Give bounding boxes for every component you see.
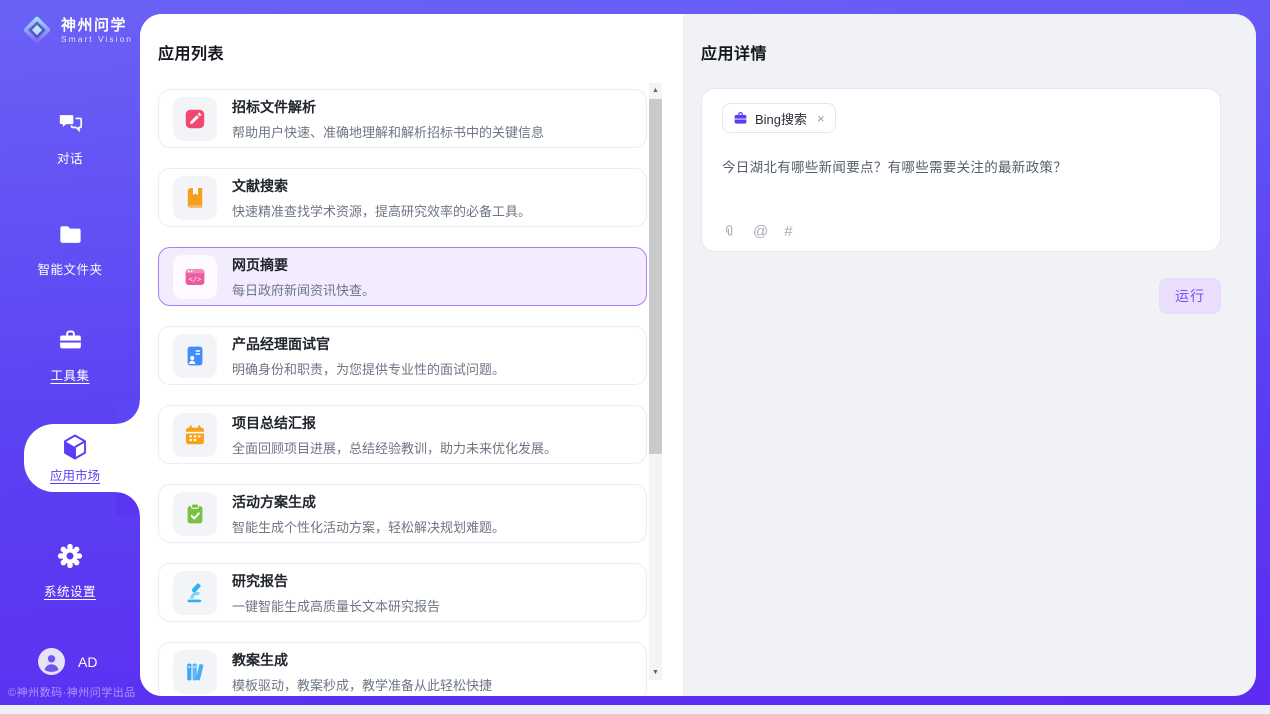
app-card-research-report[interactable]: 研究报告 一键智能生成高质量长文本研究报告 [158, 563, 647, 622]
app-card-bid-analysis[interactable]: 招标文件解析 帮助用户快速、准确地理解和解析招标书中的关键信息 [158, 89, 647, 148]
app-card-project-summary[interactable]: 项目总结汇报 全面回顾项目进展，总结经验教训，助力未来优化发展。 [158, 405, 647, 464]
sidebar-item-smart-folder[interactable]: 智能文件夹 [0, 221, 140, 278]
sidebar: 神州问学 Smart Vision 对话 智能文件夹 工具集 [0, 0, 140, 705]
app-card-name: 活动方案生成 [232, 492, 505, 512]
run-row: 运行 [701, 278, 1221, 314]
mention-at-icon[interactable]: @ [753, 224, 768, 239]
tool-chip-bing-search[interactable]: Bing搜索 × [722, 103, 836, 133]
user-label: AD [78, 654, 97, 670]
gear-icon [56, 542, 84, 570]
briefcase-icon [733, 111, 748, 126]
prompt-editor[interactable]: Bing搜索 × 今日湖北有哪些新闻要点？有哪些需要关注的最新政策？ @ # [701, 88, 1221, 252]
app-card-desc: 智能生成个性化活动方案，轻松解决规划难题。 [232, 517, 505, 536]
app-list-panel: 应用列表 招标文件解析 帮助用户快速、准确地理解和解析招标书中的关键信息 [140, 14, 683, 696]
app-list-title: 应用列表 [158, 40, 683, 64]
scroll-down-button[interactable]: ▼ [649, 665, 662, 680]
app-card-desc: 帮助用户快速、准确地理解和解析招标书中的关键信息 [232, 122, 544, 141]
app-detail-title: 应用详情 [701, 40, 1221, 64]
main-content: 应用列表 招标文件解析 帮助用户快速、准确地理解和解析招标书中的关键信息 [140, 14, 1256, 696]
app-card-name: 教案生成 [232, 650, 492, 670]
app-card-name: 招标文件解析 [232, 97, 544, 117]
calendar-report-icon [173, 413, 217, 457]
app-card-name: 网页摘要 [232, 255, 375, 275]
app-card-desc: 快速精准查找学术资源，提高研究效率的必备工具。 [232, 201, 531, 220]
chip-close-icon[interactable]: × [817, 112, 825, 125]
paperclip-icon[interactable] [722, 223, 737, 240]
scrollbar-thumb[interactable] [649, 99, 662, 454]
interview-doc-icon [173, 334, 217, 378]
edit-square-icon [173, 97, 217, 141]
brand-name: 神州问学 [61, 17, 133, 34]
sidebar-item-label: 工具集 [0, 365, 140, 384]
app-card-desc: 全面回顾项目进展，总结经验教训，助力未来优化发展。 [232, 438, 557, 457]
scroll-up-button[interactable]: ▲ [649, 83, 662, 98]
app-card-desc: 一键智能生成高质量长文本研究报告 [232, 596, 440, 615]
sidebar-item-app-market[interactable]: 应用市场 [24, 424, 140, 492]
app-card-name: 研究报告 [232, 571, 440, 591]
app-card-desc: 每日政府新闻资讯快查。 [232, 280, 375, 299]
user-account[interactable]: AD [38, 648, 97, 675]
run-button[interactable]: 运行 [1159, 278, 1221, 314]
app-card-desc: 明确身份和职责，为您提供专业性的面试问题。 [232, 359, 505, 378]
tool-chip-label: Bing搜索 [755, 109, 807, 128]
folder-icon [57, 221, 84, 248]
chat-icon [57, 110, 84, 137]
microscope-icon [173, 571, 217, 615]
browser-code-icon: </> [173, 255, 217, 299]
app-card-name: 文献搜索 [232, 176, 531, 196]
sidebar-item-chat[interactable]: 对话 [0, 110, 140, 167]
sidebar-item-label: 对话 [0, 148, 140, 167]
app-list-scrollbar[interactable]: ▲ ▼ [649, 83, 662, 680]
app-card-name: 产品经理面试官 [232, 334, 505, 354]
app-frame: 神州问学 Smart Vision 对话 智能文件夹 工具集 [0, 0, 1270, 705]
app-detail-panel: 应用详情 Bing搜索 × 今日湖北有哪些新闻要点？有哪些需要关注的最新政策？ [683, 14, 1256, 696]
brand-logo: 神州问学 Smart Vision [20, 13, 133, 47]
clipboard-check-icon [173, 492, 217, 536]
copyright-footer: ©神州数码·神州问学出品 [8, 684, 136, 700]
brand-tagline: Smart Vision [61, 34, 133, 44]
sidebar-item-toolset[interactable]: 工具集 [0, 327, 140, 384]
app-card-pm-interviewer[interactable]: 产品经理面试官 明确身份和职责，为您提供专业性的面试问题。 [158, 326, 647, 385]
sidebar-item-label: 应用市场 [50, 465, 100, 484]
app-card-event-plan[interactable]: 活动方案生成 智能生成个性化活动方案，轻松解决规划难题。 [158, 484, 647, 543]
sidebar-item-label: 智能文件夹 [0, 259, 140, 278]
prompt-text-input[interactable]: 今日湖北有哪些新闻要点？有哪些需要关注的最新政策？ [722, 156, 1200, 176]
avatar [38, 648, 65, 675]
app-card-desc: 模板驱动，教案秒成，教学准备从此轻松快捷 [232, 675, 492, 694]
books-icon [173, 650, 217, 694]
app-card-name: 项目总结汇报 [232, 413, 557, 433]
sidebar-item-label: 系统设置 [0, 581, 140, 600]
composer-toolbar: @ # [722, 223, 793, 240]
app-card-web-summary[interactable]: </> 网页摘要 每日政府新闻资讯快查。 [158, 247, 647, 306]
hash-icon[interactable]: # [784, 224, 792, 239]
sidebar-item-settings[interactable]: 系统设置 [0, 542, 140, 600]
diamond-logo-icon [20, 13, 54, 47]
app-card-lesson-plan[interactable]: 教案生成 模板驱动，教案秒成，教学准备从此轻松快捷 [158, 642, 647, 696]
book-icon [173, 176, 217, 220]
toolbox-icon [57, 327, 84, 354]
app-card-literature-search[interactable]: 文献搜索 快速精准查找学术资源，提高研究效率的必备工具。 [158, 168, 647, 227]
cube-icon [60, 432, 90, 462]
svg-text:</>: </> [189, 275, 202, 283]
